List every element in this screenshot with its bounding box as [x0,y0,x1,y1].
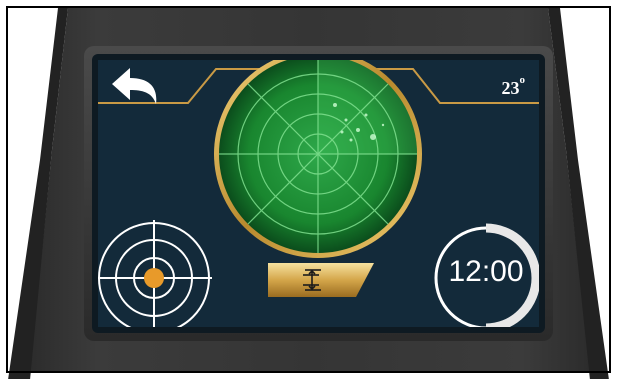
image-frame: 23o 12:00 [0,0,617,379]
image-border [6,6,611,373]
